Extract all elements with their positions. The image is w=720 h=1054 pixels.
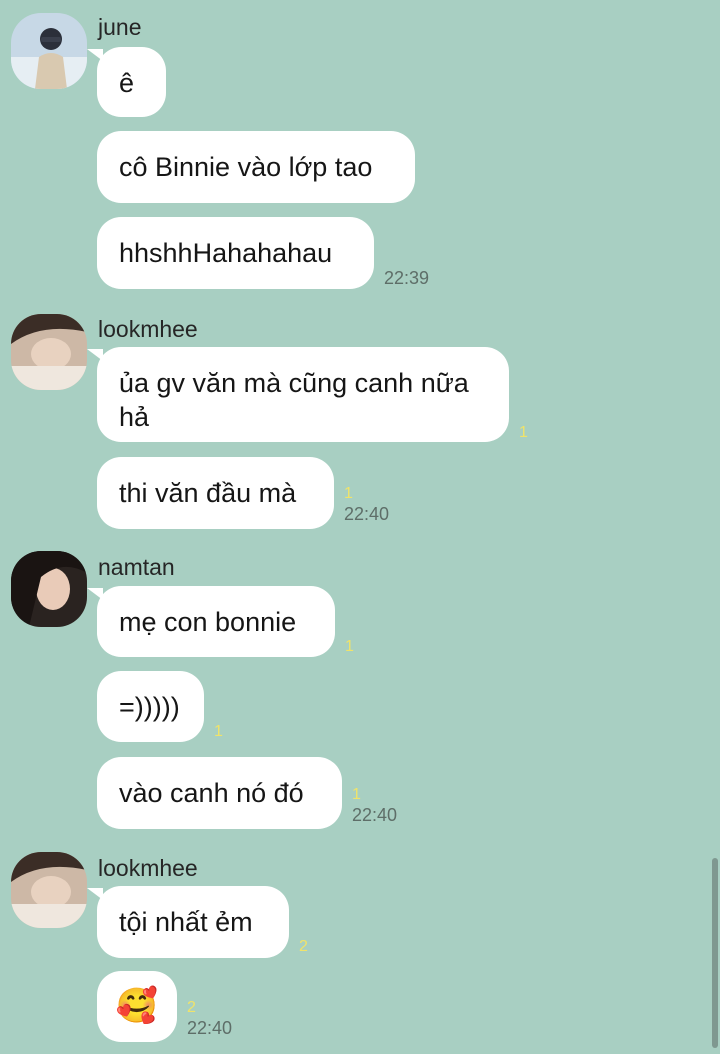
read-count: 1	[345, 638, 354, 655]
message-bubble[interactable]: thi văn đầu mà	[97, 457, 334, 529]
message-meta: 2	[299, 938, 308, 956]
message-bubble[interactable]: cô Binnie vào lớp tao	[97, 131, 415, 203]
message-text: cô Binnie vào lớp tao	[119, 152, 373, 182]
message-meta: 1	[345, 638, 354, 656]
message-time: 22:40	[344, 504, 390, 524]
message-text: vào canh nó đó	[119, 778, 304, 808]
emoji-message: 🥰	[115, 987, 159, 1025]
message-bubble[interactable]: hhshhHahahahau	[97, 217, 374, 289]
sender-name: lookmhee	[98, 316, 198, 342]
read-count: 1	[344, 485, 353, 502]
read-count: 2	[299, 938, 308, 955]
avatar-namtan[interactable]	[11, 551, 87, 627]
message-text: hhshhHahahahau	[119, 238, 333, 268]
message-meta: 1 22:40	[344, 485, 389, 525]
message-text: tội nhất ẻm	[119, 907, 253, 937]
read-count: 1	[352, 786, 361, 803]
message-time: 22:39	[384, 268, 430, 288]
avatar-lookmhee[interactable]	[11, 314, 87, 390]
message-bubble[interactable]: tội nhất ẻm	[87, 886, 289, 958]
message-meta: 1 22:40	[352, 786, 397, 826]
message-meta: 1	[214, 723, 223, 741]
message-bubble[interactable]: 🥰	[97, 971, 177, 1042]
read-count: 1	[214, 723, 223, 740]
message-meta: 1	[519, 424, 528, 442]
message-bubble[interactable]: ê	[87, 47, 166, 117]
message-text: mẹ con bonnie	[119, 607, 297, 637]
avatar-image	[11, 551, 87, 627]
message-text: =)))))	[119, 692, 180, 722]
read-count: 2	[187, 999, 196, 1016]
avatar-june[interactable]	[11, 13, 87, 89]
sender-name: june	[98, 14, 142, 40]
message-bubble[interactable]: mẹ con bonnie	[87, 586, 335, 657]
message-time: 22:40	[352, 805, 398, 825]
avatar-lookmhee[interactable]	[11, 852, 87, 928]
avatar-image	[11, 852, 87, 928]
message-bubble[interactable]: =)))))	[97, 671, 204, 742]
message-text: thi văn đầu mà	[119, 478, 297, 508]
sender-name: namtan	[98, 554, 175, 580]
message-meta: 22:39	[384, 267, 429, 289]
avatar-image	[11, 314, 87, 390]
message-time: 22:40	[187, 1018, 233, 1038]
scrollbar-thumb[interactable]	[712, 858, 718, 1048]
read-count: 1	[519, 424, 528, 441]
message-bubble[interactable]: ủa gv văn mà cũng canh nữa hả	[87, 347, 509, 442]
message-text: ủa gv văn mà cũng canh nữa hả	[119, 368, 469, 432]
message-meta: 2 22:40	[187, 999, 232, 1039]
sender-name: lookmhee	[98, 855, 198, 881]
message-bubble[interactable]: vào canh nó đó	[97, 757, 342, 829]
message-text: ê	[119, 68, 135, 98]
avatar-image	[11, 13, 87, 89]
